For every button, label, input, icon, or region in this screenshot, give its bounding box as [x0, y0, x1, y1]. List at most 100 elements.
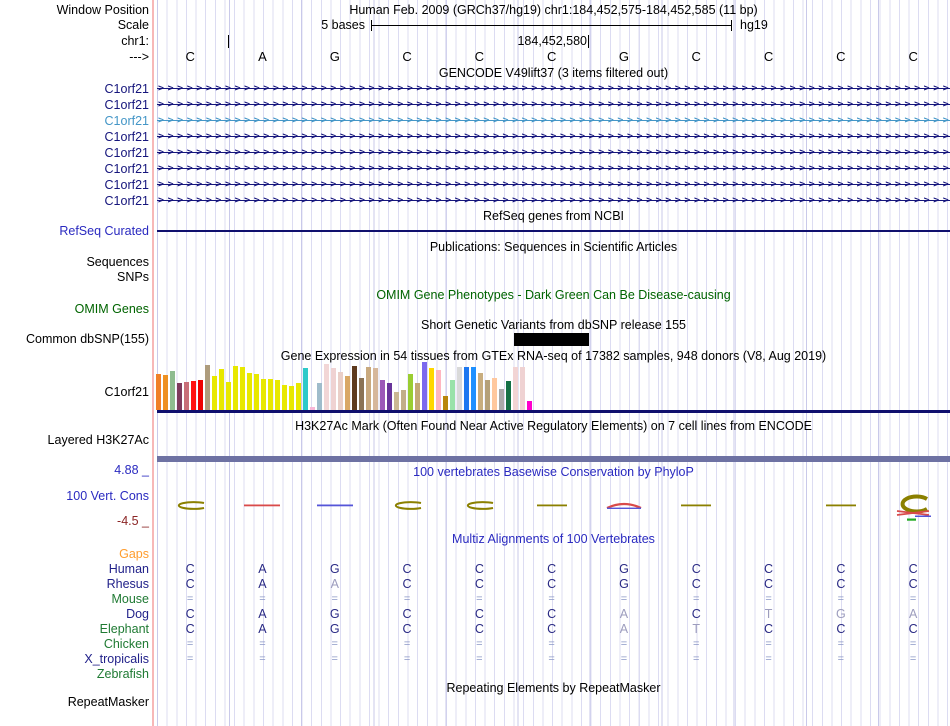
gtex-tissue-bar[interactable] [239, 367, 245, 410]
gtex-tissue-bar[interactable] [316, 383, 322, 410]
h3k27ac-signal-band[interactable] [157, 456, 950, 462]
gtex-tissue-bar[interactable] [463, 367, 469, 410]
gtex-tissue-bar[interactable] [155, 374, 161, 410]
gtex-tissue-bar[interactable] [456, 367, 462, 410]
gtex-tissue-bar[interactable] [337, 372, 343, 410]
multiz-species-label[interactable]: Zebrafish [97, 667, 149, 681]
gtex-tissue-bar[interactable] [162, 375, 168, 410]
gtex-tissue-bar[interactable] [498, 389, 504, 410]
common-dbsnp-label[interactable]: Common dbSNP(155) [26, 332, 149, 346]
multiz-species-label[interactable]: X_tropicalis [84, 652, 149, 666]
gtex-tissue-bar[interactable] [449, 380, 455, 410]
multiz-species-label[interactable]: Elephant [100, 622, 149, 636]
gencode-gene-label[interactable]: C1orf21 [105, 178, 149, 192]
gtex-tissue-bar[interactable] [414, 383, 420, 410]
dbsnp-variant-box[interactable] [514, 333, 589, 346]
omim-genes-label[interactable]: OMIM Genes [75, 302, 149, 316]
gtex-tissue-bar[interactable] [505, 381, 511, 410]
gtex-tissue-bar[interactable] [351, 366, 357, 410]
phylop-track-label[interactable]: 100 Vert. Cons [66, 489, 149, 503]
gtex-tissue-bar[interactable] [218, 369, 224, 410]
gencode-gene-label[interactable]: C1orf21 [105, 162, 149, 176]
gtex-tissue-bar[interactable] [400, 390, 406, 410]
gtex-tissue-bar[interactable] [190, 381, 196, 410]
refseq-gene-line[interactable] [157, 230, 950, 232]
gencode-gene-label[interactable]: C1orf21 [105, 114, 149, 128]
multiz-species-label[interactable]: Gaps [119, 547, 149, 561]
gtex-tissue-bar[interactable] [295, 383, 301, 410]
ruler-tick-labeled[interactable] [588, 35, 590, 48]
gtex-tissue-bar[interactable] [386, 383, 392, 410]
gtex-tissue-bar[interactable] [435, 370, 441, 410]
refseq-curated-label[interactable]: RefSeq Curated [59, 224, 149, 238]
gtex-tissue-bar[interactable] [477, 373, 483, 410]
gencode-gene-label[interactable]: C1orf21 [105, 98, 149, 112]
multiz-species-label[interactable]: Chicken [104, 637, 149, 651]
gtex-tissue-bar[interactable] [365, 367, 371, 410]
gtex-tissue-bar[interactable] [260, 379, 266, 410]
gencode-gene-line[interactable]: >>>>>>>>>>>>>>>>>>>>>>>>>>>>>>>>>>>>>>>>… [157, 194, 950, 207]
gencode-gene-label[interactable]: C1orf21 [105, 146, 149, 160]
gencode-gene-line[interactable]: >>>>>>>>>>>>>>>>>>>>>>>>>>>>>>>>>>>>>>>>… [157, 82, 950, 95]
gtex-tissue-bar[interactable] [274, 380, 280, 410]
gtex-tissue-bar[interactable] [267, 379, 273, 410]
gencode-gene-label[interactable]: C1orf21 [105, 194, 149, 208]
gtex-gene-label[interactable]: C1orf21 [105, 385, 149, 399]
gencode-gene-label[interactable]: C1orf21 [105, 130, 149, 144]
multiz-species-label[interactable]: Dog [126, 607, 149, 621]
gtex-tissue-bar[interactable] [421, 362, 427, 410]
gtex-tissue-bar[interactable] [407, 374, 413, 410]
gencode-gene-line[interactable]: >>>>>>>>>>>>>>>>>>>>>>>>>>>>>>>>>>>>>>>>… [157, 162, 950, 175]
gtex-tissue-bar[interactable] [512, 367, 518, 410]
multiz-species-label[interactable]: Rhesus [107, 577, 149, 591]
gencode-gene-line[interactable]: >>>>>>>>>>>>>>>>>>>>>>>>>>>>>>>>>>>>>>>>… [157, 130, 950, 143]
gencode-gene-line[interactable]: >>>>>>>>>>>>>>>>>>>>>>>>>>>>>>>>>>>>>>>>… [157, 98, 950, 111]
gtex-tissue-bar[interactable] [232, 366, 238, 410]
gtex-tissue-bar[interactable] [393, 392, 399, 410]
base-letter: C [546, 49, 557, 64]
gtex-tissue-bar[interactable] [330, 368, 336, 410]
gtex-tissue-bar[interactable] [372, 368, 378, 410]
gtex-tissue-bar[interactable] [302, 368, 308, 410]
layered-h3k27ac-label[interactable]: Layered H3K27Ac [48, 433, 149, 447]
sequences-label[interactable]: Sequences [86, 255, 149, 269]
gtex-tissue-bar[interactable] [428, 368, 434, 410]
gtex-tissue-bar[interactable] [183, 382, 189, 410]
alignment-base: C [402, 576, 412, 591]
gtex-tissue-bar[interactable] [197, 380, 203, 410]
base-letter: C [691, 49, 701, 64]
multiz-species-label[interactable]: Mouse [111, 592, 149, 606]
gtex-tissue-bar[interactable] [253, 374, 259, 410]
gtex-tissue-bar[interactable] [470, 367, 476, 410]
multiz-species-label[interactable]: Human [109, 562, 149, 576]
gtex-tissue-bar[interactable] [358, 378, 364, 410]
gencode-gene-label[interactable]: C1orf21 [105, 82, 149, 96]
base-letter: C [908, 49, 918, 64]
gtex-tissue-bar[interactable] [526, 401, 532, 410]
strand-arrow[interactable]: ---> [129, 50, 149, 64]
gtex-tissue-bar[interactable] [281, 385, 287, 410]
gtex-tissue-bar[interactable] [225, 382, 231, 410]
gencode-gene-line[interactable]: >>>>>>>>>>>>>>>>>>>>>>>>>>>>>>>>>>>>>>>>… [157, 178, 950, 191]
gencode-gene-line[interactable]: >>>>>>>>>>>>>>>>>>>>>>>>>>>>>>>>>>>>>>>>… [157, 114, 950, 127]
gtex-tissue-bar[interactable] [519, 367, 525, 410]
gencode-gene-line[interactable]: >>>>>>>>>>>>>>>>>>>>>>>>>>>>>>>>>>>>>>>>… [157, 146, 950, 159]
gtex-tissue-bar[interactable] [344, 376, 350, 410]
gtex-tissue-bar[interactable] [484, 380, 490, 410]
gtex-tissue-bar[interactable] [323, 364, 329, 410]
gtex-tissue-bar[interactable] [379, 380, 385, 410]
snps-label[interactable]: SNPs [117, 270, 149, 284]
gtex-tissue-bar[interactable] [176, 383, 182, 410]
gtex-tissue-bar[interactable] [169, 371, 175, 410]
ruler-tick-unlabeled[interactable] [228, 35, 230, 48]
repeatmasker-label[interactable]: RepeatMasker [68, 695, 149, 709]
alignment-gap-mark: = [259, 592, 266, 605]
gtex-tissue-bar[interactable] [246, 373, 252, 410]
gtex-tissue-bar[interactable] [491, 378, 497, 410]
gtex-tissue-bar[interactable] [204, 365, 210, 410]
gtex-tissue-bar[interactable] [288, 386, 294, 410]
genome-browser-image[interactable]: Window Position Human Feb. 2009 (GRCh37/… [0, 0, 950, 726]
chrom-label: chr1: [121, 34, 149, 48]
gtex-tissue-bar[interactable] [442, 396, 448, 410]
gtex-tissue-bar[interactable] [211, 376, 217, 410]
